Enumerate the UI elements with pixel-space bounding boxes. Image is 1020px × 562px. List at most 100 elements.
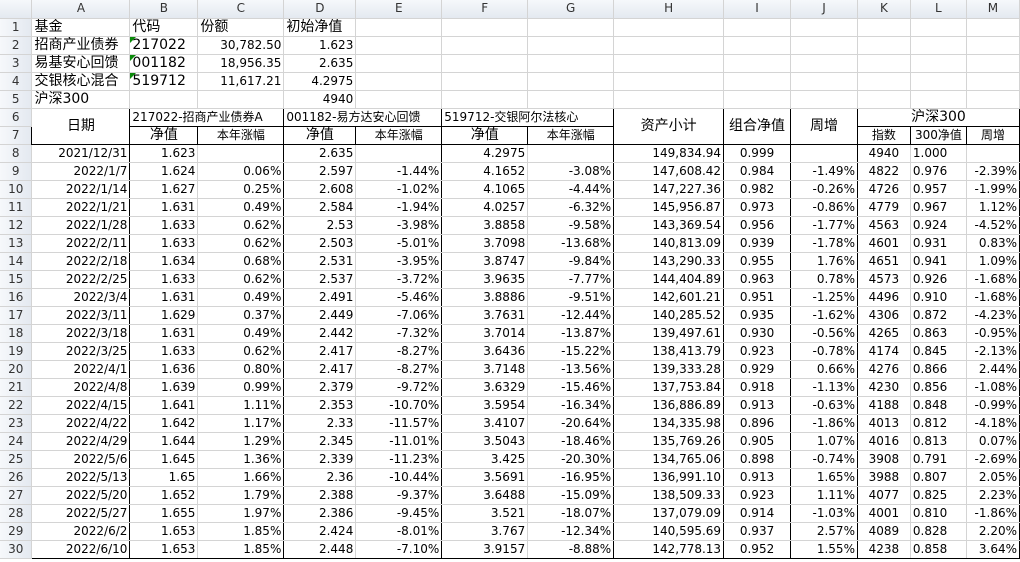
hs300-weekly-cell[interactable]: -1.68% [966,270,1020,289]
asset-header[interactable]: 资产小计 [613,107,725,145]
fund3-ytd-cell[interactable]: -15.22% [527,342,615,361]
weekly-change-cell[interactable]: -1.78% [790,234,858,253]
fund3-ytd-cell[interactable]: -8.88% [527,540,615,559]
fund3-ytd-cell[interactable]: -6.32% [527,198,615,217]
initial-nav-cell[interactable]: 初始净值 [283,18,357,37]
combo-nav-cell[interactable]: 0.896 [723,414,792,433]
fund2-ytd-cell[interactable]: -5.01% [355,234,443,253]
combo-nav-cell[interactable]: 0.937 [723,522,792,541]
hs300-nav-cell[interactable]: 0.926 [910,270,967,289]
empty-cell[interactable] [966,72,1020,91]
fund3-nav-cell[interactable]: 3.4107 [441,414,529,433]
fund-name-cell[interactable]: 交银核心混合 [31,72,131,91]
empty-cell[interactable] [527,18,615,37]
fund-code-cell[interactable]: 217022 [129,36,199,55]
fund-code-cell[interactable]: 001182 [129,54,199,73]
fund2-ytd-cell[interactable]: -9.72% [355,378,443,397]
fund3-nav-cell[interactable]: 3.5043 [441,432,529,451]
fund1-nav-cell[interactable]: 1.627 [129,180,199,199]
fund1-ytd-cell[interactable]: 0.62% [197,234,285,253]
date-cell[interactable]: 2022/1/21 [31,198,131,217]
fund3-ytd-cell[interactable] [527,144,615,163]
empty-cell[interactable] [857,36,911,55]
fund3-ytd-cell[interactable]: -13.68% [527,234,615,253]
fund1-ytd-cell[interactable]: 1.17% [197,414,285,433]
fund3-ytd-cell[interactable]: -16.95% [527,468,615,487]
fund1-ytd-cell[interactable]: 0.68% [197,252,285,271]
weekly-change-cell[interactable]: -0.56% [790,324,858,343]
fund2-ytd-cell[interactable]: -1.94% [355,198,443,217]
empty-cell[interactable] [441,54,529,73]
fund2-nav-cell[interactable]: 2.424 [283,522,357,541]
column-header-m[interactable]: M [966,0,1020,19]
date-cell[interactable]: 2022/1/14 [31,180,131,199]
fund1-ytd-header[interactable]: 本年涨幅 [197,125,285,145]
fund2-ytd-cell[interactable]: -9.37% [355,486,443,505]
hs300-weekly-cell[interactable]: 2.20% [966,522,1020,541]
fund2-nav-cell[interactable]: 2.491 [283,288,357,307]
empty-cell[interactable] [527,72,615,91]
date-cell[interactable]: 2021/12/31 [31,144,131,163]
hs300-nav-cell[interactable]: 0.848 [910,396,967,415]
fund1-ytd-cell[interactable]: 1.79% [197,486,285,505]
hs300-weekly-cell[interactable]: 1.12% [966,198,1020,217]
combo-nav-cell[interactable]: 0.918 [723,378,792,397]
fund1-nav-cell[interactable]: 1.624 [129,162,199,181]
row-header[interactable]: 9 [0,162,33,181]
asset-total-cell[interactable]: 143,290.33 [613,252,725,271]
fund2-ytd-cell[interactable]: -9.45% [355,504,443,523]
fund3-nav-cell[interactable]: 4.1065 [441,180,529,199]
fund1-header[interactable]: 217022-招商产业债券A [129,107,285,127]
hs300-index-cell[interactable]: 4573 [856,270,911,289]
fund-code-cell[interactable]: 519712 [129,72,199,91]
fund2-ytd-cell[interactable] [355,144,443,163]
fund1-nav-cell[interactable]: 1.631 [129,324,199,343]
date-cell[interactable]: 2022/3/4 [31,288,131,307]
hs300-nav-cell[interactable]: 0.976 [910,162,967,181]
date-cell[interactable]: 2022/4/8 [31,378,131,397]
fund3-ytd-cell[interactable]: -20.64% [527,414,615,433]
fund3-nav-cell[interactable]: 3.6488 [441,486,529,505]
asset-total-cell[interactable]: 139,497.61 [613,324,725,343]
hs300-index-cell[interactable]: 3908 [856,450,911,469]
hs300-index-cell[interactable]: 4276 [856,360,911,379]
weekly-change-cell[interactable]: -1.62% [790,306,858,325]
fund2-ytd-cell[interactable]: -10.44% [355,468,443,487]
fund3-nav-cell[interactable]: 3.9157 [441,540,529,559]
fund2-ytd-cell[interactable]: -1.44% [355,162,443,181]
fund1-nav-cell[interactable]: 1.623 [129,144,199,163]
empty-cell[interactable] [910,18,967,37]
fund1-ytd-cell[interactable]: 1.97% [197,504,285,523]
hs300-weekly-cell[interactable]: 0.07% [966,432,1020,451]
row-header[interactable]: 23 [0,414,33,433]
hs300-index-cell[interactable]: 4265 [856,324,911,343]
hs300-index-cell[interactable]: 4013 [856,414,911,433]
hs300-index-cell[interactable]: 3988 [856,468,911,487]
fund1-ytd-cell[interactable]: 0.80% [197,360,285,379]
weekly-change-cell[interactable]: -1.49% [790,162,858,181]
empty-cell[interactable] [910,90,967,109]
fund3-nav-cell[interactable]: 3.6436 [441,342,529,361]
row-header[interactable]: 26 [0,468,33,487]
asset-total-cell[interactable]: 136,886.89 [613,396,725,415]
fund2-nav-header[interactable]: 净值 [283,125,357,145]
fund1-nav-cell[interactable]: 1.652 [129,486,199,505]
fund1-ytd-cell[interactable]: 1.36% [197,450,285,469]
empty-cell[interactable] [790,72,858,91]
weekly-change-cell[interactable]: -0.63% [790,396,858,415]
row-header[interactable]: 8 [0,144,33,163]
hs300-index-cell[interactable]: 4077 [856,486,911,505]
empty-cell[interactable] [441,72,529,91]
fund3-ytd-header[interactable]: 本年涨幅 [527,125,615,145]
fund2-nav-cell[interactable]: 2.449 [283,306,357,325]
fund3-ytd-cell[interactable]: -9.51% [527,288,615,307]
hs300-index-header[interactable]: 指数 [856,125,911,145]
hs300-nav-cell[interactable]: 0.825 [910,486,967,505]
fund-code-cell[interactable] [129,90,199,109]
date-cell[interactable]: 2022/3/18 [31,324,131,343]
weekly-change-cell[interactable]: -0.26% [790,180,858,199]
combo-nav-cell[interactable]: 0.955 [723,252,792,271]
date-cell[interactable]: 2022/2/18 [31,252,131,271]
weekly-change-cell[interactable]: 1.76% [790,252,858,271]
date-cell[interactable]: 2022/2/11 [31,234,131,253]
